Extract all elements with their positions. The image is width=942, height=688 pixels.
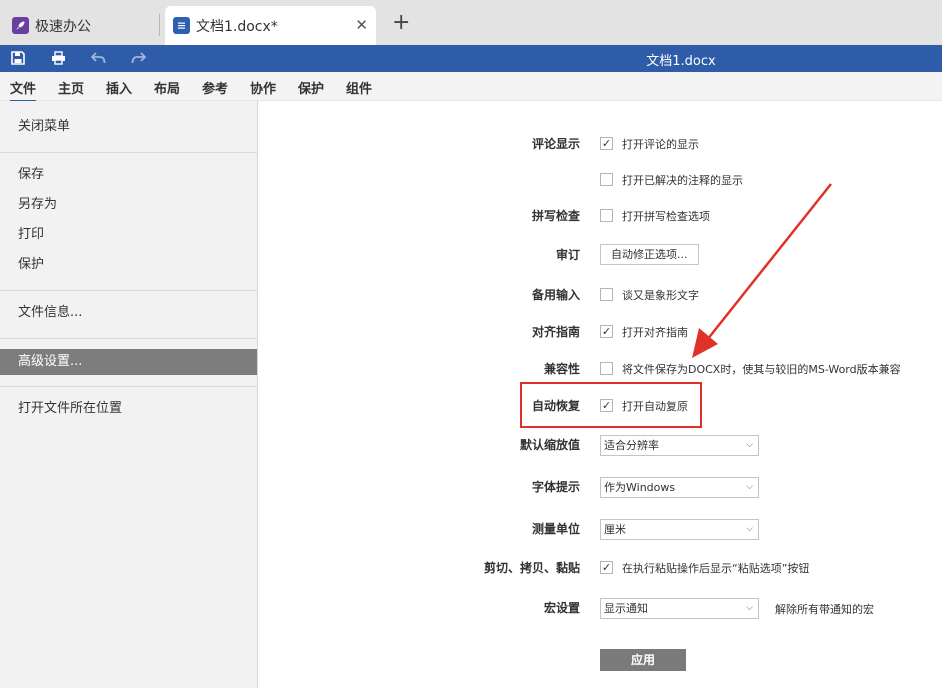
- alignment-guides-label: 对齐指南: [531, 325, 580, 339]
- comments-option-label: 打开评论的显示: [622, 138, 699, 151]
- autocorrect-options-button[interactable]: 自动修正选项...: [600, 244, 699, 265]
- menu-references[interactable]: 参考: [202, 78, 228, 97]
- menu-home[interactable]: 主页: [58, 78, 84, 97]
- input-method-option-label: 谈又是象形文字: [622, 289, 699, 302]
- unit-label: 测量单位: [531, 522, 580, 536]
- sidebar-divider: [0, 386, 257, 387]
- spell-check-checkbox[interactable]: [600, 209, 613, 222]
- input-method-label: 备用输入: [531, 288, 580, 302]
- default-zoom-value: 适合分辨率: [604, 439, 659, 452]
- menu-collaborate[interactable]: 协作: [250, 78, 276, 97]
- paste-options-checkbox[interactable]: ✓: [600, 561, 613, 574]
- file-sidebar: 关闭菜单 保存 另存为 打印 保护 文件信息... 高级设置... 打开文件所在…: [0, 101, 258, 688]
- sidebar-item-file-info[interactable]: 文件信息...: [0, 300, 257, 326]
- tab-document-label: 文档1.docx*: [196, 18, 278, 35]
- unit-select[interactable]: 厘米 ⌵: [600, 519, 759, 540]
- new-tab-icon[interactable]: +: [392, 12, 410, 34]
- chevron-down-icon: ⌵: [746, 603, 753, 613]
- tab-divider: [159, 14, 160, 36]
- tab-home-label: 极速办公: [35, 18, 91, 35]
- input-method-checkbox[interactable]: [600, 288, 613, 301]
- sidebar-item-save-as[interactable]: 另存为: [0, 192, 257, 218]
- alignment-guides-option-label: 打开对齐指南: [622, 326, 688, 339]
- comments-checkbox[interactable]: ✓: [600, 137, 613, 150]
- tab-document[interactable]: 文档1.docx* ✕: [165, 6, 376, 45]
- default-zoom-label: 默认缩放值: [519, 438, 580, 452]
- menu-layout[interactable]: 布局: [154, 78, 180, 97]
- macro-settings-note: 解除所有带通知的宏: [775, 603, 874, 616]
- menu-file[interactable]: 文件: [10, 78, 37, 102]
- alignment-guides-checkbox[interactable]: ✓: [600, 325, 613, 338]
- menu-plugins[interactable]: 组件: [346, 78, 372, 97]
- macro-settings-value: 显示通知: [604, 602, 648, 615]
- compatibility-label: 兼容性: [543, 362, 580, 376]
- menu-protect[interactable]: 保护: [298, 78, 324, 97]
- tab-bar: 极速办公 文档1.docx* ✕ +: [0, 0, 942, 45]
- document-icon: [173, 17, 190, 34]
- sidebar-item-save[interactable]: 保存: [0, 162, 257, 188]
- chevron-down-icon: ⌵: [746, 482, 753, 492]
- menu-insert[interactable]: 插入: [106, 78, 132, 97]
- sidebar-item-advanced-settings[interactable]: 高级设置...: [0, 349, 257, 375]
- font-hinting-label: 字体提示: [531, 480, 580, 494]
- close-tab-icon[interactable]: ✕: [355, 16, 368, 34]
- resolved-comments-option-label: 打开已解决的注释的显示: [622, 174, 743, 187]
- compatibility-checkbox[interactable]: [600, 362, 613, 375]
- font-hinting-value: 作为Windows: [604, 481, 676, 494]
- apply-button[interactable]: 应用: [600, 649, 686, 671]
- cut-copy-paste-label: 剪切、拷贝、黏贴: [483, 561, 580, 575]
- sidebar-divider: [0, 152, 257, 153]
- sidebar-item-open-location[interactable]: 打开文件所在位置: [0, 396, 257, 422]
- sidebar-item-close-menu[interactable]: 关闭菜单: [0, 114, 257, 140]
- unit-value: 厘米: [604, 523, 626, 536]
- title-bar: 文档1.docx: [0, 45, 942, 72]
- chevron-down-icon: ⌵: [746, 440, 753, 450]
- resolved-comments-checkbox[interactable]: [600, 173, 613, 186]
- chevron-down-icon: ⌵: [746, 524, 753, 534]
- sidebar-item-print[interactable]: 打印: [0, 222, 257, 248]
- macro-settings-label: 宏设置: [543, 601, 580, 615]
- sidebar-divider: [0, 290, 257, 291]
- spell-check-option-label: 打开拼写检查选项: [622, 210, 710, 223]
- spell-check-label: 拼写检查: [531, 209, 580, 223]
- compatibility-option-label: 将文件保存为DOCX时，使其与较旧的MS-Word版本兼容: [622, 363, 901, 376]
- sidebar-divider: [0, 338, 257, 339]
- sidebar-item-protect[interactable]: 保护: [0, 252, 257, 278]
- review-label: 审订: [555, 248, 580, 262]
- rocket-icon: [12, 17, 29, 34]
- tab-home[interactable]: 极速办公: [6, 6, 156, 45]
- menu-bar: 文件 主页 插入 布局 参考 协作 保护 组件: [0, 72, 942, 102]
- font-hinting-select[interactable]: 作为Windows ⌵: [600, 477, 759, 498]
- comments-label: 评论显示: [531, 137, 580, 151]
- default-zoom-select[interactable]: 适合分辨率 ⌵: [600, 435, 759, 456]
- macro-settings-select[interactable]: 显示通知 ⌵: [600, 598, 759, 619]
- paste-options-option-label: 在执行粘贴操作后显示“粘贴选项”按钮: [622, 562, 810, 575]
- highlight-box: [520, 382, 702, 428]
- document-title: 文档1.docx: [646, 54, 716, 69]
